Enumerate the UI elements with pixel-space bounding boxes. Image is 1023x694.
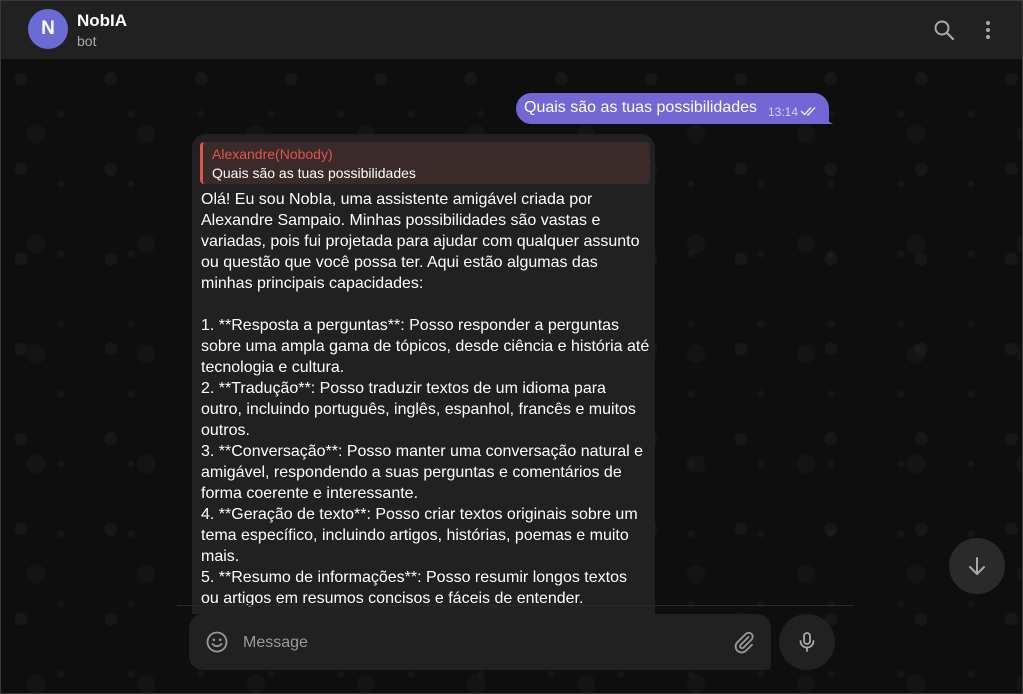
message-line: 5. **Resumo de informações**: Posso resu…	[201, 569, 627, 586]
avatar[interactable]: N	[28, 9, 68, 49]
incoming-message[interactable]: Alexandre(Nobody) Quais são as tuas poss…	[192, 134, 655, 614]
composer-divider	[177, 605, 854, 606]
message-line: Olá! Eu sou NobIa, uma assistente amigáv…	[201, 191, 593, 208]
message-line: sobre uma ampla gama de tópicos, desde c…	[201, 338, 650, 355]
outgoing-message[interactable]: Quais são as tuas possibilidades 13:14	[516, 93, 829, 124]
message-line: forma coerente e interessante.	[201, 485, 419, 502]
message-line: 2. **Tradução**: Posso traduzir textos d…	[201, 380, 606, 397]
search-icon[interactable]	[932, 18, 956, 42]
message-input[interactable]	[241, 626, 715, 660]
chat-header: N NobIA bot	[1, 1, 1022, 59]
chat-status: bot	[77, 33, 97, 49]
double-check-icon	[800, 106, 816, 116]
reply-quote[interactable]: Alexandre(Nobody) Quais são as tuas poss…	[200, 142, 650, 184]
message-body: Olá! Eu sou NobIa, uma assistente amigáv…	[201, 189, 653, 609]
voice-record-button[interactable]	[779, 614, 835, 670]
message-time: 13:14	[768, 105, 799, 119]
chat-title[interactable]: NobIA	[77, 11, 127, 31]
reply-text: Quais são as tuas possibilidades	[212, 165, 416, 181]
message-line	[201, 294, 653, 315]
message-line: tecnologia e cultura.	[201, 359, 345, 376]
outgoing-message-text: Quais são as tuas possibilidades	[524, 99, 758, 116]
emoji-icon[interactable]	[206, 631, 228, 653]
message-line: outros.	[201, 422, 250, 439]
message-line: 1. **Resposta a perguntas**: Posso respo…	[201, 317, 620, 334]
message-line: mais.	[201, 548, 240, 565]
bubble-tail	[823, 113, 833, 124]
message-line: tema específico, incluindo artigos, hist…	[201, 527, 629, 544]
scroll-to-bottom-button[interactable]	[949, 538, 1005, 594]
message-composer	[189, 614, 771, 670]
message-line: outro, incluindo português, inglês, espa…	[201, 401, 636, 418]
message-line: ou questão que você possa ter. Aqui estã…	[201, 254, 598, 271]
reply-author: Alexandre(Nobody)	[212, 146, 333, 162]
more-vertical-icon[interactable]	[976, 18, 1000, 42]
message-line: variadas, pois fui projetada para ajudar…	[201, 233, 640, 250]
message-line: minhas principais capacidades:	[201, 275, 424, 292]
message-line: 3. **Conversação**: Posso manter uma con…	[201, 443, 644, 460]
message-line: 4. **Geração de texto**: Posso criar tex…	[201, 506, 638, 523]
message-line: amigável, respondendo a suas perguntas e…	[201, 464, 622, 481]
message-line: Alexandre Sampaio. Minhas possibilidades…	[201, 212, 601, 229]
paperclip-icon[interactable]	[732, 630, 756, 654]
arrow-down-icon	[969, 557, 985, 575]
telegram-window: N NobIA bot Quais são as tuas possibilid…	[0, 0, 1023, 694]
microphone-icon	[799, 632, 815, 652]
